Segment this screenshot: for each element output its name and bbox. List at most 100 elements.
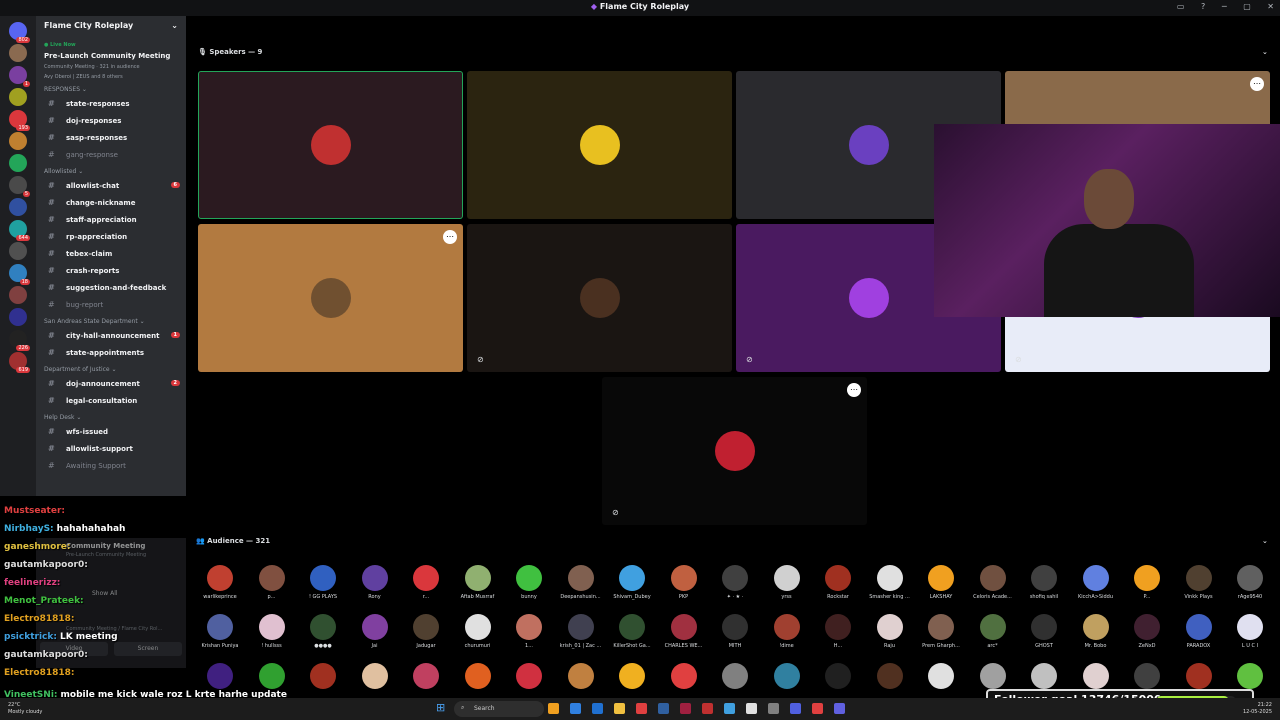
- chevron-down-icon[interactable]: ⌄: [171, 21, 178, 35]
- audience-member[interactable]: MITH: [710, 614, 760, 649]
- audience-member[interactable]: P...: [1122, 565, 1172, 600]
- audience-member[interactable]: Vinkk Plays: [1174, 565, 1224, 600]
- server-icon[interactable]: 193: [9, 110, 30, 131]
- audience-member[interactable]: [298, 663, 348, 689]
- audience-member[interactable]: [916, 663, 966, 689]
- taskbar-app-icon[interactable]: [570, 703, 581, 714]
- audience-member[interactable]: Smasher king ...: [865, 565, 915, 600]
- server-icon[interactable]: [9, 242, 27, 260]
- speaker-tile[interactable]: ⊘ ⋯: [602, 377, 867, 525]
- audience-member[interactable]: Deepanshusin...: [556, 565, 606, 600]
- taskbar-app-icon[interactable]: [724, 703, 735, 714]
- audience-member[interactable]: shofiq sahil: [1019, 565, 1069, 600]
- audience-member[interactable]: p...: [247, 565, 297, 600]
- audience-member[interactable]: [504, 663, 554, 689]
- channel-item[interactable]: # allowlist-chat 6: [36, 178, 186, 195]
- speaker-tile[interactable]: ⊘: [467, 224, 732, 372]
- audience-member[interactable]: churumuri: [453, 614, 503, 649]
- collapse-speakers-icon[interactable]: ⌄: [1262, 48, 1268, 56]
- audience-member[interactable]: GHOST: [1019, 614, 1069, 649]
- audience-member[interactable]: ZeNxD: [1122, 614, 1172, 649]
- more-options-icon[interactable]: ⋯: [847, 383, 861, 397]
- channel-item[interactable]: # crash-reports: [36, 263, 186, 280]
- audience-member[interactable]: KillerShot Ga...: [607, 614, 657, 649]
- weather-widget[interactable]: 22°C Mostly cloudy: [8, 702, 42, 716]
- channel-item[interactable]: # tebex-claim: [36, 246, 186, 263]
- maximize-button[interactable]: ▢: [1243, 2, 1251, 11]
- channel-item[interactable]: # state-appointments: [36, 345, 186, 362]
- server-icon[interactable]: 1: [9, 66, 30, 87]
- audience-member[interactable]: [659, 663, 709, 689]
- start-icon[interactable]: ⊞: [436, 702, 448, 714]
- audience-member[interactable]: PARADOX: [1174, 614, 1224, 649]
- channel-item[interactable]: # bug-report: [36, 297, 186, 314]
- audience-member[interactable]: CHARLES WE...: [659, 614, 709, 649]
- channel-item[interactable]: # doj-announcement 2: [36, 376, 186, 393]
- audience-member[interactable]: [865, 663, 915, 689]
- taskbar-app-icon[interactable]: [548, 703, 559, 714]
- category-header[interactable]: Allowlisted ⌄: [36, 164, 186, 178]
- audience-member[interactable]: [401, 663, 451, 689]
- channel-item[interactable]: # allowlist-support: [36, 441, 186, 458]
- speaker-tile[interactable]: ⋯: [198, 224, 463, 372]
- audience-member[interactable]: [710, 663, 760, 689]
- audience-member[interactable]: [762, 663, 812, 689]
- server-icon[interactable]: 18: [9, 264, 30, 285]
- channel-item[interactable]: # change-nickname: [36, 195, 186, 212]
- audience-member[interactable]: !dime: [762, 614, 812, 649]
- audience-member[interactable]: [453, 663, 503, 689]
- inbox-icon[interactable]: ▭: [1177, 2, 1185, 11]
- audience-member[interactable]: Krishan Puniya: [195, 614, 245, 649]
- live-event-card[interactable]: ● Live Now Pre-Launch Community Meeting …: [36, 40, 186, 82]
- channel-item[interactable]: # sasp-responses: [36, 130, 186, 147]
- category-header[interactable]: RESPONSES ⌄: [36, 82, 186, 96]
- audience-member[interactable]: Raju: [865, 614, 915, 649]
- audience-member[interactable]: Prem Gharph...: [916, 614, 966, 649]
- server-icon[interactable]: [9, 308, 27, 326]
- taskbar-app-icon[interactable]: [812, 703, 823, 714]
- audience-member[interactable]: 1...: [504, 614, 554, 649]
- channel-item[interactable]: # legal-consultation: [36, 393, 186, 410]
- audience-member[interactable]: bunny: [504, 565, 554, 600]
- taskbar-app-icon[interactable]: [636, 703, 647, 714]
- audience-member[interactable]: Mr. Bobo: [1071, 614, 1121, 649]
- taskbar-app-icon[interactable]: [614, 703, 625, 714]
- audience-member[interactable]: rAge9540: [1225, 565, 1275, 600]
- audience-member[interactable]: [968, 663, 1018, 689]
- audience-member[interactable]: H...: [813, 614, 863, 649]
- audience-member[interactable]: Aftab Musrraf: [453, 565, 503, 600]
- audience-member[interactable]: [247, 663, 297, 689]
- audience-member[interactable]: Celoris Acade...: [968, 565, 1018, 600]
- audience-member[interactable]: r...: [401, 565, 451, 600]
- video-button[interactable]: Video: [40, 642, 108, 656]
- audience-member[interactable]: arc*: [968, 614, 1018, 649]
- channel-item[interactable]: # doj-responses: [36, 113, 186, 130]
- server-icon[interactable]: [9, 154, 27, 172]
- taskbar-search[interactable]: ⌕ Search: [454, 701, 544, 717]
- channel-item[interactable]: # rp-appreciation: [36, 229, 186, 246]
- audience-member[interactable]: [350, 663, 400, 689]
- audience-member[interactable]: warlikeprince: [195, 565, 245, 600]
- audience-member[interactable]: [1225, 663, 1275, 689]
- audience-member[interactable]: [607, 663, 657, 689]
- speaker-tile[interactable]: [198, 71, 463, 219]
- channel-item[interactable]: # wfs-issued: [36, 424, 186, 441]
- server-icon[interactable]: [9, 88, 27, 106]
- audience-member[interactable]: [1019, 663, 1069, 689]
- audience-member[interactable]: Rony: [350, 565, 400, 600]
- audience-member[interactable]: [1071, 663, 1121, 689]
- audience-member[interactable]: [1174, 663, 1224, 689]
- audience-member[interactable]: [195, 663, 245, 689]
- audience-member[interactable]: ●●●●: [298, 614, 348, 649]
- channel-item[interactable]: # state-responses: [36, 96, 186, 113]
- taskbar-app-icon[interactable]: [658, 703, 669, 714]
- channel-item[interactable]: # city-hall-announcement 1: [36, 328, 186, 345]
- taskbar-app-icon[interactable]: [680, 703, 691, 714]
- channel-item[interactable]: # suggestion-and-feedback: [36, 280, 186, 297]
- audience-member[interactable]: ✦ · ★ ·: [710, 565, 760, 600]
- audience-member[interactable]: [556, 663, 606, 689]
- taskbar-app-icon[interactable]: [702, 703, 713, 714]
- category-header[interactable]: Help Desk ⌄: [36, 410, 186, 424]
- server-icon[interactable]: 644: [9, 220, 30, 241]
- channel-item[interactable]: # Awaiting Support: [36, 458, 186, 475]
